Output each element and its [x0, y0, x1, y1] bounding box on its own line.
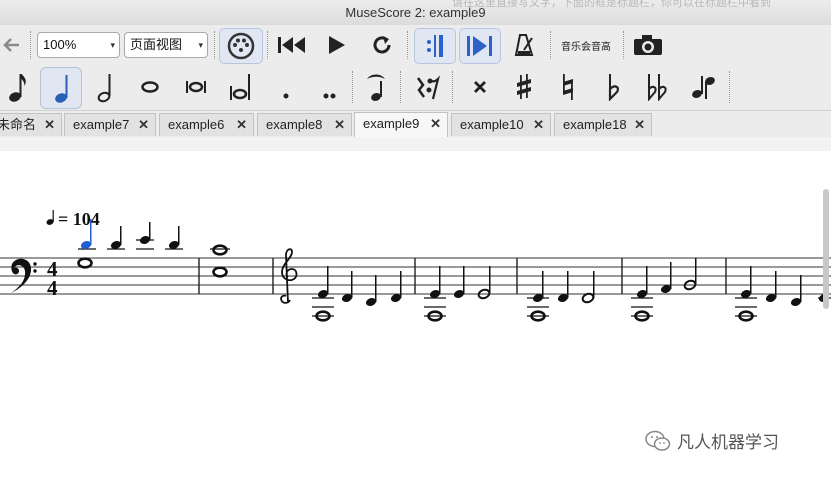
eighth-note-button[interactable] [0, 67, 34, 107]
double-flat-icon [648, 74, 667, 101]
close-icon[interactable]: ✕ [138, 114, 149, 136]
time-signature-denominator: 4 [47, 276, 58, 300]
tempo-marking[interactable]: = 104 [46, 209, 100, 229]
screenshot-button[interactable] [630, 31, 666, 59]
vertical-scrollbar[interactable] [823, 189, 829, 309]
rewind-button[interactable] [274, 31, 310, 59]
measure-2[interactable] [210, 244, 230, 278]
tie-button[interactable] [356, 67, 396, 107]
metronome-button[interactable] [508, 31, 540, 59]
tab-example18[interactable]: example18 ✕ [554, 113, 652, 136]
back-arrow-icon[interactable] [0, 31, 22, 59]
tab-label: example6 [168, 117, 225, 132]
tab-label: example7 [73, 117, 130, 132]
concert-pitch-label: 音乐会音高 [561, 41, 611, 53]
tab-example10[interactable]: example10 ✕ [451, 113, 551, 136]
natural-button[interactable] [548, 67, 588, 107]
tab-example7[interactable]: example7 ✕ [64, 113, 156, 136]
loop-icon [373, 36, 391, 54]
longa-button[interactable] [220, 67, 260, 107]
double-dot-button[interactable] [310, 67, 350, 107]
tie-icon [367, 74, 385, 101]
zoom-select[interactable]: 100% ▾ [37, 32, 120, 58]
breve-button[interactable] [176, 67, 216, 107]
close-icon[interactable]: ✕ [634, 114, 645, 136]
measure-4[interactable] [424, 266, 491, 322]
flat-button[interactable] [594, 67, 634, 107]
rewind-icon [278, 37, 305, 53]
double-flat-button[interactable] [638, 67, 678, 107]
flip-direction-button[interactable] [684, 67, 724, 107]
dot-icon [283, 93, 289, 99]
watermark: 凡人机器学习 [645, 428, 779, 453]
close-icon[interactable]: ✕ [236, 114, 247, 136]
play-button[interactable] [322, 31, 352, 59]
tab-untitled[interactable]: 未命名 ✕ [0, 113, 62, 136]
measure-7[interactable] [735, 266, 831, 322]
tab-label: example10 [460, 117, 524, 132]
close-icon[interactable]: ✕ [44, 114, 55, 136]
half-note-icon [97, 74, 111, 103]
sharp-button[interactable] [504, 67, 544, 107]
tab-label: example8 [266, 117, 323, 132]
longa-icon [230, 74, 250, 100]
rest-button[interactable] [408, 67, 448, 107]
wechat-icon [645, 430, 671, 451]
half-note-button[interactable] [84, 67, 124, 107]
concert-pitch-button[interactable]: 音乐会音高 [556, 34, 616, 56]
sharp-icon [517, 74, 531, 99]
whole-note-button[interactable] [130, 67, 170, 107]
chevron-down-icon: ▾ [198, 40, 203, 50]
time-signature[interactable]: 4 4 [47, 257, 58, 300]
whole-note-icon [141, 81, 159, 93]
screenshot-camera-icon [634, 35, 662, 55]
measure-5[interactable] [527, 271, 595, 322]
eighth-note-icon [9, 74, 26, 102]
quarter-note-icon [55, 75, 68, 103]
view-mode-value: 页面视图 [130, 37, 183, 52]
double-dot-icon [323, 93, 336, 99]
breve-icon [186, 81, 206, 93]
chevron-down-icon: ▾ [110, 40, 115, 50]
tempo-text: = 104 [58, 209, 100, 229]
window-title: MuseScore 2: example9 [345, 5, 486, 20]
close-icon[interactable]: ✕ [334, 114, 345, 136]
rest-icon [416, 75, 441, 100]
score-tab-bar: 未命名 ✕ example7 ✕ example6 ✕ example8 ✕ examp… [0, 111, 831, 138]
flat-icon [608, 74, 619, 101]
zoom-value: 100% [43, 37, 77, 52]
flip-direction-icon [692, 76, 715, 99]
tab-label: example9 [363, 116, 420, 131]
tab-label: 未命名 [0, 117, 37, 132]
title-bar: 请在这里直接写文字，下面的框是标题栏，你可以在标题栏中看到 MuseScore … [0, 0, 831, 26]
close-icon[interactable]: ✕ [533, 114, 544, 136]
natural-icon [563, 74, 573, 100]
playback-repeat-icon [427, 35, 443, 57]
note-input-toolbar: 1 2 3 4 [0, 65, 831, 160]
watermark-text: 凡人机器学习 [677, 433, 779, 452]
tab-label: example18 [563, 117, 627, 132]
quarter-note-button[interactable] [40, 67, 82, 109]
tab-example9[interactable]: example9 ✕ [354, 112, 448, 137]
tab-example6[interactable]: example6 ✕ [159, 113, 254, 136]
tab-example8[interactable]: example8 ✕ [257, 113, 352, 136]
double-sharp-button[interactable] [460, 67, 500, 107]
close-icon[interactable]: ✕ [430, 113, 441, 135]
playback-repeat-button[interactable] [414, 28, 456, 64]
ruler-strip [0, 137, 831, 152]
measure-3[interactable] [312, 266, 402, 322]
main-toolbar: 100% ▾ 页面视图 ▾ 音乐会音高 [0, 25, 831, 65]
augmentation-dot-button[interactable] [266, 67, 306, 107]
pan-score-button[interactable] [459, 28, 501, 64]
midi-input-icon [227, 32, 255, 60]
midi-input-button[interactable] [219, 28, 263, 64]
metronome-icon [514, 34, 534, 56]
loop-button[interactable] [366, 31, 398, 59]
play-icon [329, 36, 345, 54]
pan-score-icon [467, 36, 492, 56]
view-mode-select[interactable]: 页面视图 ▾ [124, 32, 208, 58]
double-sharp-icon [474, 81, 486, 93]
